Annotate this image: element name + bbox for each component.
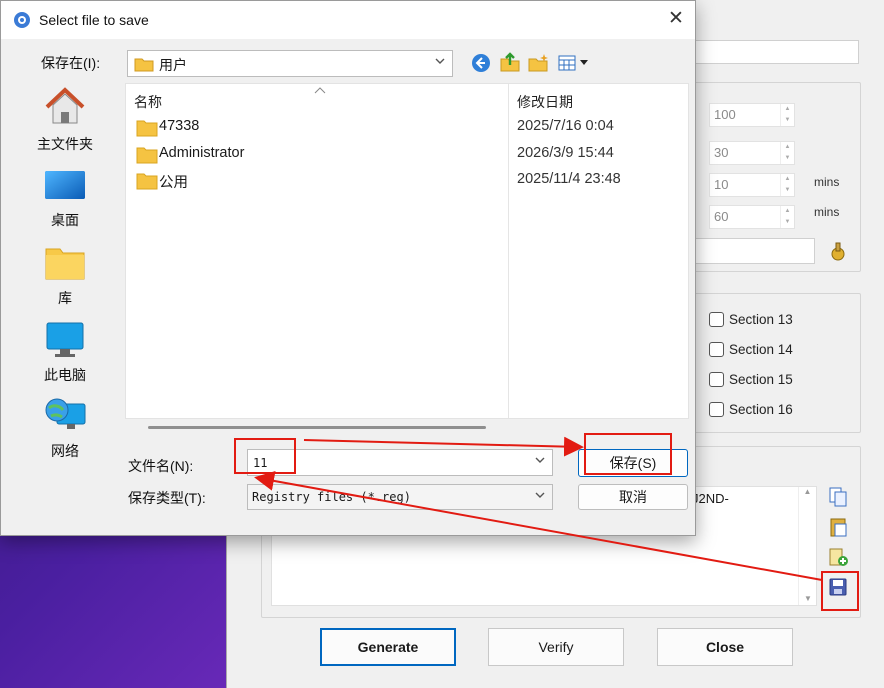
file-date: 2025/7/16 0:04 — [517, 118, 614, 134]
copy-icon[interactable] — [827, 486, 849, 508]
file-date: 2026/3/9 15:44 — [517, 145, 614, 161]
places-bar: 主文件夹 桌面 库 此电脑 网络 — [17, 83, 117, 473]
file-list[interactable]: 名称 修改日期 47338 2025/7/16 0:04 Administrat… — [125, 83, 689, 429]
annotation-box-save-button — [584, 433, 672, 475]
chevron-down-icon — [535, 457, 545, 463]
place-home-label: 主文件夹 — [37, 136, 93, 152]
file-row[interactable]: 公用 2025/11/4 23:48 — [134, 169, 674, 193]
paste-icon[interactable] — [827, 516, 849, 538]
folder-icon — [136, 147, 158, 164]
network-icon — [45, 398, 86, 429]
folder-icon — [136, 173, 158, 190]
section-16-checkbox[interactable]: Section 16 — [709, 402, 793, 417]
view-menu-button[interactable] — [557, 53, 593, 73]
browse-icon[interactable] — [827, 240, 849, 262]
folder-icon — [136, 120, 158, 137]
place-library[interactable]: 库 — [17, 243, 113, 308]
key-text: J2ND- — [692, 491, 729, 506]
spinner-4[interactable]: 60 ▲ ▼ — [709, 205, 795, 229]
save-in-dropdown[interactable]: 用户 — [127, 50, 453, 77]
file-name: Administrator — [159, 145, 245, 161]
annotation-box-filename — [234, 438, 296, 474]
place-library-label: 库 — [58, 290, 72, 306]
filename-label: 文件名(N): — [128, 458, 194, 474]
spinner-3-value: 10 — [714, 177, 729, 192]
file-name: 公用 — [159, 175, 188, 191]
save-in-value: 用户 — [159, 57, 187, 73]
place-home[interactable]: 主文件夹 — [17, 85, 113, 154]
place-network-label: 网络 — [51, 443, 79, 459]
key-scrollbar[interactable]: ▲ ▼ — [798, 487, 816, 605]
save-in-label: 保存在(I): — [41, 55, 101, 71]
spinner-4-value: 60 — [714, 209, 729, 224]
generate-button[interactable]: Generate — [320, 628, 456, 666]
new-folder-icon[interactable] — [528, 53, 550, 73]
cancel-button[interactable]: 取消 — [578, 484, 688, 510]
view-dropdown-icon — [580, 60, 588, 65]
dialog-title: Select file to save — [39, 12, 149, 28]
unit-label-2: mins — [814, 205, 840, 219]
column-header-name[interactable]: 名称 — [134, 92, 162, 112]
path-field[interactable] — [695, 238, 815, 264]
spinner-2[interactable]: 30 ▲ ▼ — [709, 141, 795, 165]
desktop-icon — [45, 171, 85, 199]
library-folder-icon — [45, 248, 85, 280]
chevron-down-icon — [535, 492, 545, 498]
section-13-checkbox[interactable]: Section 13 — [709, 312, 793, 327]
section-15-checkbox[interactable]: Section 15 — [709, 372, 793, 387]
column-header-modified[interactable]: 修改日期 — [517, 92, 573, 112]
filetype-value: Registry files (*.reg) — [252, 490, 411, 504]
dialog-titlebar: Select file to save ✕ — [1, 1, 695, 39]
filetype-label: 保存类型(T): — [128, 490, 206, 506]
monitor-icon — [46, 322, 84, 357]
spinner-3[interactable]: 10 ▲ ▼ — [709, 173, 795, 197]
folder-icon — [134, 58, 154, 72]
file-row[interactable]: 47338 2025/7/16 0:04 — [134, 116, 674, 140]
filetype-dropdown[interactable]: Registry files (*.reg) — [247, 484, 553, 510]
place-desktop-label: 桌面 — [51, 212, 79, 228]
dialog-close-icon[interactable]: ✕ — [665, 8, 687, 30]
spinner-2-value: 30 — [714, 145, 729, 160]
spinner-1[interactable]: 100 ▲ ▼ — [709, 103, 795, 127]
horizontal-scrollbar[interactable] — [148, 426, 486, 429]
file-name: 47338 — [159, 118, 200, 134]
file-date: 2025/11/4 23:48 — [517, 171, 621, 187]
place-desktop[interactable]: 桌面 — [17, 165, 113, 230]
chevron-down-icon — [435, 58, 445, 64]
section-14-checkbox[interactable]: Section 14 — [709, 342, 793, 357]
unit-label-1: mins — [814, 175, 840, 189]
top-text-field[interactable] — [695, 40, 859, 64]
place-this-pc-label: 此电脑 — [44, 367, 86, 383]
back-icon[interactable] — [471, 53, 491, 73]
file-row[interactable]: Administrator 2026/3/9 15:44 — [134, 143, 674, 167]
place-network[interactable]: 网络 — [17, 396, 113, 461]
sort-ascending-icon — [314, 87, 326, 94]
annotation-box-save-icon — [821, 571, 859, 611]
up-folder-icon[interactable] — [499, 51, 521, 73]
app-logo-icon — [14, 12, 30, 28]
home-icon — [45, 87, 85, 124]
add-file-icon[interactable] — [827, 546, 849, 568]
close-button[interactable]: Close — [657, 628, 793, 666]
place-this-pc[interactable]: 此电脑 — [17, 320, 113, 385]
spinner-1-value: 100 — [714, 107, 736, 122]
verify-button[interactable]: Verify — [488, 628, 624, 666]
view-menu-icon — [558, 55, 576, 71]
